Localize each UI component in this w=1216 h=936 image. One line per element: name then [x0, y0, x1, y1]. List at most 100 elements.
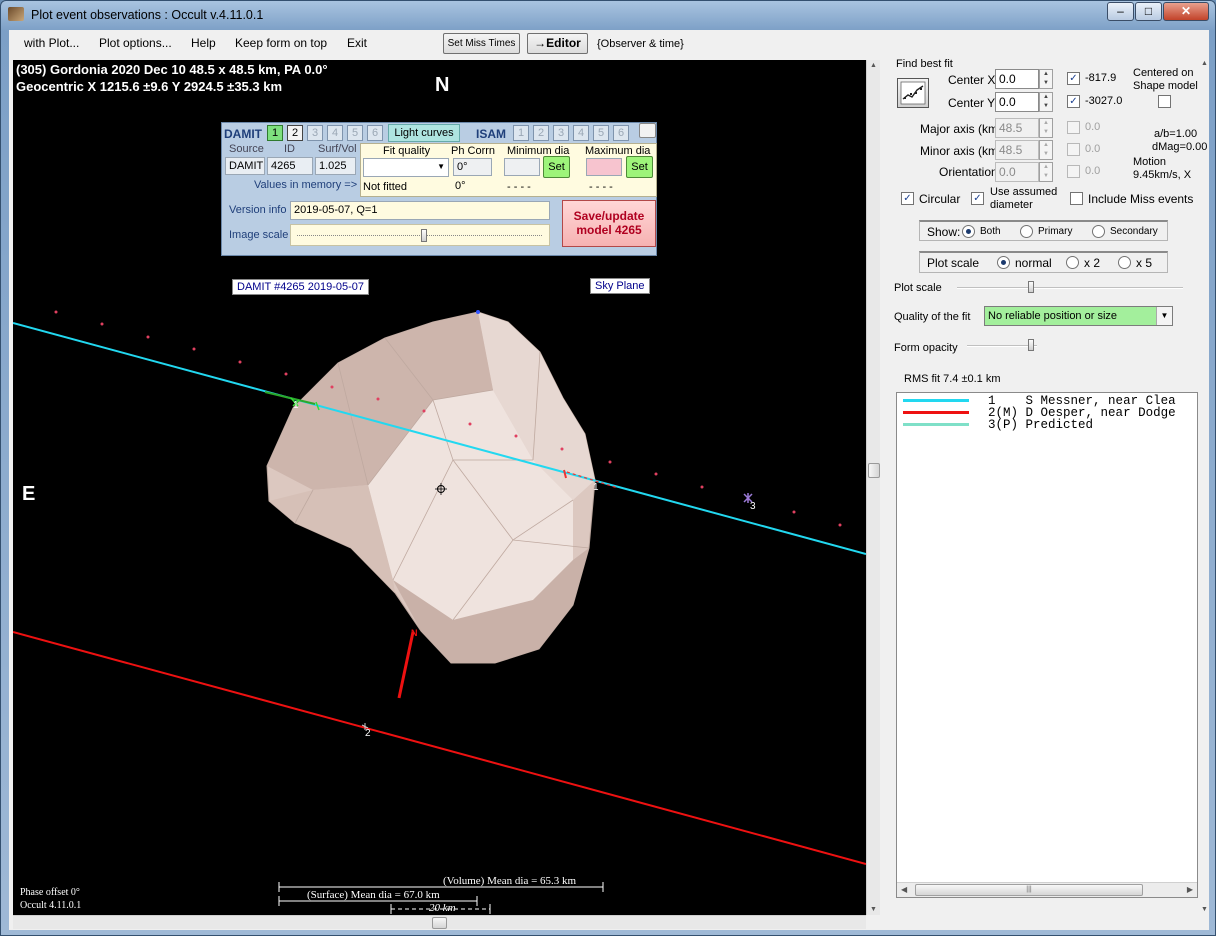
scale-x2-radio[interactable] [1066, 256, 1079, 269]
orientation-spinner[interactable]: ▲ ▼ [1039, 162, 1053, 182]
maximize-button[interactable]: □ [1135, 2, 1162, 21]
center-y-field[interactable]: 0.0 [995, 92, 1039, 112]
form-opacity-slider[interactable] [967, 339, 1037, 351]
damit-model-3[interactable]: 3 [307, 125, 323, 141]
scale-x2-label: x 2 [1084, 256, 1101, 270]
fit-quality-select[interactable]: ▼ [363, 158, 449, 177]
version-info-field: 2019-05-07, Q=1 [290, 201, 550, 220]
set-miss-times-button[interactable]: Set Miss Times [443, 33, 520, 54]
orientation-field[interactable]: 0.0 [995, 162, 1039, 182]
legend-hscroll-thumb[interactable]: ||| [915, 884, 1143, 896]
image-scale-label: Image scale [229, 229, 289, 241]
centered-on-shape-checkbox[interactable] [1158, 95, 1171, 108]
max-dia-field[interactable] [586, 158, 622, 176]
plot-hscroll-thumb[interactable] [432, 917, 447, 929]
menu-bar: with Plot... Plot options... Help Keep f… [9, 30, 1209, 57]
form-opacity-label: Form opacity [894, 342, 958, 354]
legend-horizontal-scrollbar[interactable]: ◀ ||| ▶ [897, 882, 1197, 897]
close-button[interactable]: ✕ [1163, 2, 1209, 21]
center-y-spinner[interactable]: ▲ ▼ [1039, 92, 1053, 112]
set-max-dia-button[interactable]: Set [626, 156, 653, 178]
asteroid-shape [266, 311, 596, 664]
light-curves-button[interactable]: Light curves [388, 124, 460, 142]
scale-x5-radio[interactable] [1118, 256, 1131, 269]
ph-corr-field[interactable]: 0° [453, 158, 492, 176]
right-panel-scrollbar[interactable]: ▲ ▼ [1201, 60, 1209, 915]
show-secondary-radio[interactable] [1092, 225, 1105, 238]
major-axis-checkbox[interactable] [1067, 121, 1080, 134]
chord-1-label-right: 1 [593, 482, 599, 493]
damit-model-6[interactable]: 6 [367, 125, 383, 141]
menu-with-plot[interactable]: with Plot... [24, 36, 79, 50]
isam-model-5[interactable]: 5 [593, 125, 609, 141]
set-min-dia-button[interactable]: Set [543, 156, 570, 178]
isam-model-6[interactable]: 6 [613, 125, 629, 141]
editor-button[interactable]: →Editor [527, 33, 588, 54]
damit-model-1[interactable]: 1 [267, 125, 283, 141]
center-y-fit-value: -3027.0 [1085, 95, 1123, 107]
isam-model-3[interactable]: 3 [553, 125, 569, 141]
panel-minimize-button[interactable] [639, 123, 656, 138]
dmag-value: dMag=0.00 [1152, 141, 1208, 153]
surfvol-header: Surf/Vol [318, 143, 357, 155]
scroll-right-icon[interactable]: ▶ [1187, 885, 1193, 894]
legend-line-2 [903, 411, 969, 415]
minor-axis-field[interactable]: 48.5 [995, 140, 1039, 160]
plot-vertical-scrollbar[interactable]: ▲ ▼ [866, 60, 880, 915]
chord-legend-list[interactable]: 1 S Messner, near Clea 2(M) D Oesper, ne… [896, 392, 1198, 898]
ph-corr-header: Ph Corrn [451, 145, 496, 157]
image-scale-slider[interactable] [290, 224, 550, 246]
surface-mean-dia: (Surface) Mean dia = 67.0 km [307, 889, 440, 901]
show-both-radio[interactable] [962, 225, 975, 238]
major-axis-spinner[interactable]: ▲ ▼ [1039, 118, 1053, 138]
include-miss-events-checkbox[interactable] [1070, 192, 1083, 205]
center-x-label: Center X [948, 73, 996, 87]
chart-fit-icon [900, 81, 926, 105]
center-x-field[interactable]: 0.0 [995, 69, 1039, 89]
values-in-memory-label: Values in memory => [254, 179, 358, 191]
menu-keep-on-top[interactable]: Keep form on top [235, 36, 327, 50]
minor-axis-checkbox[interactable] [1067, 143, 1080, 156]
major-axis-field[interactable]: 48.5 [995, 118, 1039, 138]
center-x-spinner[interactable]: ▲ ▼ [1039, 69, 1053, 89]
minimize-button[interactable]: – [1107, 2, 1134, 21]
surfvol-field: 1.025 [315, 157, 356, 175]
plot-scale-group-label: Plot scale [927, 256, 980, 270]
plot-vscroll-thumb[interactable] [868, 463, 880, 478]
show-primary-radio[interactable] [1020, 225, 1033, 238]
menu-help[interactable]: Help [191, 36, 216, 50]
quality-of-fit-select[interactable]: No reliable position or size ▼ [984, 306, 1173, 326]
center-y-checkbox[interactable]: ✓ [1067, 95, 1080, 108]
menu-plot-options[interactable]: Plot options... [99, 36, 172, 50]
main-window: Plot event observations : Occult v.4.11.… [0, 0, 1216, 936]
chevron-down-icon: ▼ [1156, 307, 1172, 325]
damit-model-4[interactable]: 4 [327, 125, 343, 141]
orientation-checkbox[interactable] [1067, 165, 1080, 178]
isam-model-4[interactable]: 4 [573, 125, 589, 141]
center-y-label: Center Y [948, 96, 996, 110]
scale-normal-radio[interactable] [997, 256, 1010, 269]
plot-scale-slider[interactable] [957, 281, 1183, 293]
plot-canvas[interactable]: (305) Gordonia 2020 Dec 10 48.5 x 48.5 k… [13, 60, 866, 915]
plot-horizontal-scrollbar[interactable] [13, 915, 866, 929]
scroll-left-icon[interactable]: ◀ [901, 885, 907, 894]
damit-model-5[interactable]: 5 [347, 125, 363, 141]
sky-plane-label: Sky Plane [590, 278, 650, 294]
center-x-checkbox[interactable]: ✓ [1067, 72, 1080, 85]
save-update-model-button[interactable]: Save/update model 4265 [562, 200, 656, 247]
damit-model-2[interactable]: 2 [287, 125, 303, 141]
minor-axis-spinner[interactable]: ▲ ▼ [1039, 140, 1053, 160]
isam-model-1[interactable]: 1 [513, 125, 529, 141]
circular-checkbox[interactable]: ✓ [901, 192, 914, 205]
shape-model-panel: DAMIT 1 2 3 4 5 6 Light curves ISAM 1 2 … [221, 122, 657, 256]
find-best-fit-button[interactable] [897, 78, 929, 108]
shape-model-label: Shape model [1133, 80, 1198, 92]
min-dia-field[interactable] [504, 158, 540, 176]
fit-quality-grid: Fit quality Ph Corrn Minimum dia Maximum… [360, 143, 657, 197]
menu-exit[interactable]: Exit [347, 36, 367, 50]
plot-header-line1: (305) Gordonia 2020 Dec 10 48.5 x 48.5 k… [16, 62, 328, 77]
isam-model-2[interactable]: 2 [533, 125, 549, 141]
use-assumed-diameter-checkbox[interactable]: ✓ [971, 192, 984, 205]
legend-row-3[interactable]: 3(P) Predicted [903, 418, 1093, 432]
chord-2-label: 2 [365, 728, 371, 739]
